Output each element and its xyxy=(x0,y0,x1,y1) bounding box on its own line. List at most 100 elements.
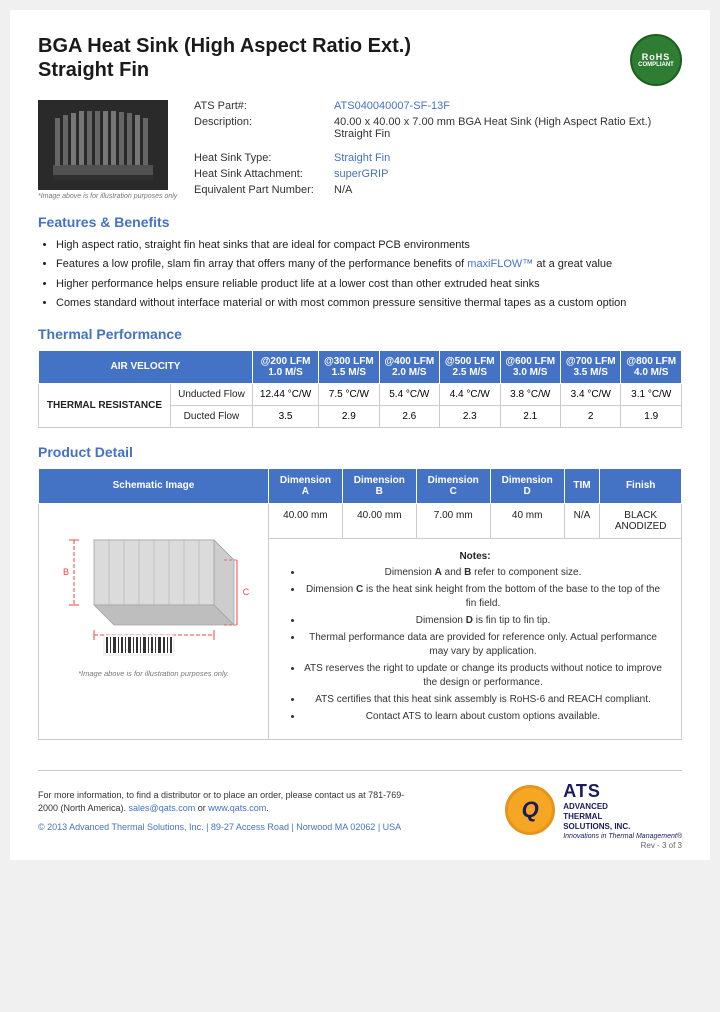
ducted-val-4: 2.3 xyxy=(440,405,500,427)
product-detail-table: Schematic Image Dimension A Dimension B … xyxy=(38,468,682,740)
heatsink-svg xyxy=(43,103,163,188)
title-line1: BGA Heat Sink (High Aspect Ratio Ext.) xyxy=(38,35,411,57)
unducted-val-7: 3.1 °C/W xyxy=(621,383,682,405)
schematic-svg: A B C xyxy=(54,510,254,665)
equiv-value: N/A xyxy=(334,184,352,196)
schematic-header: Schematic Image xyxy=(39,468,269,503)
type-label: Heat Sink Type: xyxy=(194,152,334,164)
note-7: Contact ATS to learn about custom option… xyxy=(303,710,663,724)
ats-logo: Q ATS ADVANCEDTHERMALSOLUTIONS, INC. Inn… xyxy=(505,781,682,840)
feature-item-2: Features a low profile, slam fin array t… xyxy=(56,257,682,272)
col-800lfm: @800 LFM4.0 M/S xyxy=(621,350,682,383)
col-400lfm: @400 LFM2.0 M/S xyxy=(379,350,439,383)
tim-value: N/A xyxy=(564,503,600,538)
equiv-label: Equivalent Part Number: xyxy=(194,184,334,196)
ducted-val-5: 2.1 xyxy=(500,405,560,427)
rohs-compliant: COMPLIANT xyxy=(638,62,674,68)
footer-copyright: © 2013 Advanced Thermal Solutions, Inc. … xyxy=(38,822,418,832)
part-number-row: ATS Part#: ATS040040007-SF-13F xyxy=(194,100,682,112)
notes-section: Notes: Dimension A and B refer to compon… xyxy=(277,545,673,733)
maxiflow-link: maxiFLOW™ xyxy=(467,258,533,270)
col-700lfm: @700 LFM3.5 M/S xyxy=(560,350,620,383)
svg-text:B: B xyxy=(62,567,68,577)
unducted-val-1: 12.44 °C/W xyxy=(252,383,318,405)
features-heading: Features & Benefits xyxy=(38,214,682,230)
unducted-val-2: 7.5 °C/W xyxy=(319,383,379,405)
thermal-performance-table: AIR VELOCITY @200 LFM1.0 M/S @300 LFM1.5… xyxy=(38,350,682,428)
note-3: Dimension D is fin tip to fin tip. xyxy=(303,614,663,628)
ats-fullname: ADVANCEDTHERMALSOLUTIONS, INC. xyxy=(563,802,682,833)
col-300lfm: @300 LFM1.5 M/S xyxy=(319,350,379,383)
type-row: Heat Sink Type: Straight Fin xyxy=(194,152,682,164)
page-header: BGA Heat Sink (High Aspect Ratio Ext.) S… xyxy=(38,34,682,86)
thermal-performance-heading: Thermal Performance xyxy=(38,326,682,342)
desc-label: Description: xyxy=(194,116,334,140)
features-list: High aspect ratio, straight fin heat sin… xyxy=(38,238,682,312)
page-number: Rev - 3 of 3 xyxy=(641,841,682,850)
dim-b-header: Dimension B xyxy=(342,468,416,503)
notes-list: Dimension A and B refer to component siz… xyxy=(287,566,663,724)
ats-logo-circle: Q xyxy=(505,785,555,835)
product-detail-heading: Product Detail xyxy=(38,444,682,460)
rohs-badge: RoHS COMPLIANT xyxy=(630,34,682,86)
footer-website[interactable]: www.qats.com xyxy=(208,803,266,813)
footer-content: For more information, to find a distribu… xyxy=(38,781,682,840)
part-label: ATS Part#: xyxy=(194,100,334,112)
ducted-val-6: 2 xyxy=(560,405,620,427)
unducted-row: THERMAL RESISTANCE Unducted Flow 12.44 °… xyxy=(39,383,682,405)
note-5: ATS reserves the right to update or chan… xyxy=(303,662,663,690)
ats-tagline: Innovations in Thermal Management® xyxy=(563,833,682,840)
part-number-value: ATS040040007-SF-13F xyxy=(334,100,450,112)
svg-text:C: C xyxy=(242,587,249,597)
description-row: Description: 40.00 x 40.00 x 7.00 mm BGA… xyxy=(194,116,682,140)
note-6: ATS certifies that this heat sink assemb… xyxy=(303,693,663,707)
thermal-resistance-label: THERMAL RESISTANCE xyxy=(39,383,171,427)
product-image-note: *Image above is for illustration purpose… xyxy=(38,193,178,200)
page-title: BGA Heat Sink (High Aspect Ratio Ext.) S… xyxy=(38,34,411,82)
finish-header: Finish xyxy=(600,468,682,503)
rohs-text: RoHS xyxy=(642,52,671,62)
ducted-val-1: 3.5 xyxy=(252,405,318,427)
page-container: BGA Heat Sink (High Aspect Ratio Ext.) S… xyxy=(10,10,710,860)
ats-name: ATS xyxy=(563,781,682,802)
schematic-cell: A B C xyxy=(39,503,269,739)
note-4: Thermal performance data are provided fo… xyxy=(303,631,663,659)
dim-a-value: 40.00 mm xyxy=(269,503,343,538)
unducted-val-5: 3.8 °C/W xyxy=(500,383,560,405)
ats-logo-text: ATS ADVANCEDTHERMALSOLUTIONS, INC. Innov… xyxy=(563,781,682,840)
ducted-val-7: 1.9 xyxy=(621,405,682,427)
dimension-row: A B C xyxy=(39,503,682,538)
attachment-value: superGRIP xyxy=(334,168,388,180)
col-200lfm: @200 LFM1.0 M/S xyxy=(252,350,318,383)
attachment-row: Heat Sink Attachment: superGRIP xyxy=(194,168,682,180)
footer-left: For more information, to find a distribu… xyxy=(38,789,418,832)
feature-item-4: Comes standard without interface materia… xyxy=(56,296,682,311)
dim-d-header: Dimension D xyxy=(490,468,564,503)
ducted-label: Ducted Flow xyxy=(170,405,252,427)
tim-header: TIM xyxy=(564,468,600,503)
note-1: Dimension A and B refer to component siz… xyxy=(303,566,663,580)
notes-title: Notes: xyxy=(287,551,663,562)
footer-divider: For more information, to find a distribu… xyxy=(38,770,682,840)
footer-email[interactable]: sales@qats.com xyxy=(129,803,196,813)
product-info-area: *Image above is for illustration purpose… xyxy=(38,100,682,200)
title-line2: Straight Fin xyxy=(38,59,149,81)
footer-contact: For more information, to find a distribu… xyxy=(38,789,418,816)
unducted-label: Unducted Flow xyxy=(170,383,252,405)
ducted-val-3: 2.6 xyxy=(379,405,439,427)
product-image-box: *Image above is for illustration purpose… xyxy=(38,100,178,200)
feature-item-3: Higher performance helps ensure reliable… xyxy=(56,277,682,292)
feature-item-1: High aspect ratio, straight fin heat sin… xyxy=(56,238,682,253)
note-2: Dimension C is the heat sink height from… xyxy=(303,583,663,611)
unducted-val-4: 4.4 °C/W xyxy=(440,383,500,405)
unducted-val-6: 3.4 °C/W xyxy=(560,383,620,405)
dim-b-value: 40.00 mm xyxy=(342,503,416,538)
notes-cell: Notes: Dimension A and B refer to compon… xyxy=(269,538,682,739)
dim-a-header: Dimension A xyxy=(269,468,343,503)
ducted-val-2: 2.9 xyxy=(319,405,379,427)
type-value: Straight Fin xyxy=(334,152,390,164)
schematic-note: *Image above is for illustration purpose… xyxy=(78,669,229,678)
equiv-row: Equivalent Part Number: N/A xyxy=(194,184,682,196)
product-details-table: ATS Part#: ATS040040007-SF-13F Descripti… xyxy=(194,100,682,200)
product-image xyxy=(38,100,168,190)
